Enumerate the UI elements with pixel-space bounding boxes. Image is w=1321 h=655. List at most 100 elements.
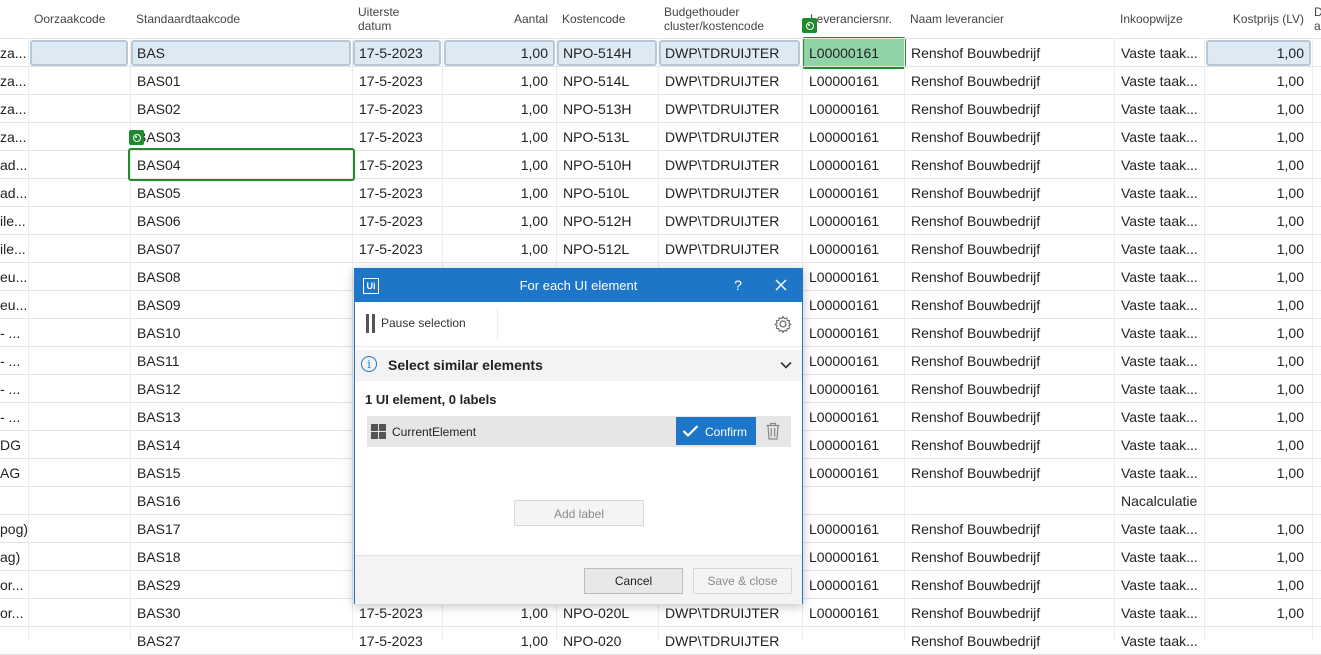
cell-truncated[interactable]: za...	[0, 95, 28, 123]
cell-leveranciersnr[interactable]: L00000161	[802, 543, 904, 571]
cell-budgethouder[interactable]	[658, 291, 802, 319]
cell-kostprijs[interactable]: 1,00	[1204, 403, 1312, 431]
cell-aantal[interactable]	[442, 403, 556, 431]
cell-kostprijs[interactable]: 1,00	[1204, 291, 1312, 319]
cell-oorzaakcode[interactable]	[28, 207, 130, 235]
cell-standaardtaakcode[interactable]: BAS02	[130, 95, 352, 123]
cell-truncated[interactable]: za...	[0, 67, 28, 95]
selected-element-cell[interactable]	[128, 148, 355, 181]
header-oorzaakcode[interactable]: Oorzaakcode	[28, 0, 130, 38]
cell-kostencode[interactable]: NPO-512H	[556, 207, 658, 235]
cell-kostprijs[interactable]	[1204, 487, 1312, 515]
cell-budgethouder[interactable]	[658, 431, 802, 459]
cell-inkoopwijze[interactable]: Vaste taak...	[1114, 599, 1204, 627]
cell-inkoopwijze[interactable]: Vaste taak...	[1114, 375, 1204, 403]
cell-naam-leverancier[interactable]: Renshof Bouwbedrijf	[904, 403, 1114, 431]
cell-datum[interactable]	[352, 515, 442, 543]
header-standaardtaakcode[interactable]: Standaardtaakcode	[130, 0, 352, 38]
header-aantal[interactable]: Aantal	[442, 0, 556, 38]
cell-kostencode[interactable]	[556, 431, 658, 459]
cell-datum[interactable]	[352, 571, 442, 599]
cell-kostprijs[interactable]: 1,00	[1204, 235, 1312, 263]
cell-oorzaakcode[interactable]	[28, 151, 130, 179]
cell-kostprijs[interactable]: 1,00	[1204, 543, 1312, 571]
header-extra[interactable]: Da	[1312, 0, 1321, 38]
cell-kostencode[interactable]: NPO-510H	[556, 151, 658, 179]
cell-oorzaakcode[interactable]	[28, 123, 130, 151]
cell-kostprijs[interactable]: 1,00	[1204, 571, 1312, 599]
cell-oorzaakcode[interactable]	[28, 375, 130, 403]
cell-oorzaakcode[interactable]	[28, 403, 130, 431]
cell-leveranciersnr[interactable]: L00000161	[802, 151, 904, 179]
cell-oorzaakcode[interactable]	[28, 543, 130, 571]
cell-truncated[interactable]: ad...	[0, 151, 28, 179]
cell-standaardtaakcode[interactable]: BAS08	[130, 263, 352, 291]
cell-inkoopwijze[interactable]: Vaste taak...	[1114, 123, 1204, 151]
cell-oorzaakcode[interactable]	[28, 627, 130, 655]
cell-datum[interactable]	[352, 347, 442, 375]
cell-leveranciersnr[interactable]: L00000161	[802, 291, 904, 319]
cell-kostencode[interactable]: NPO-514H	[556, 39, 658, 67]
cell-datum[interactable]: 17-5-2023	[352, 39, 442, 67]
cell-kostprijs[interactable]: 1,00	[1204, 515, 1312, 543]
cell-budgethouder[interactable]: DWP\TDRUIJTER	[658, 207, 802, 235]
cell-aantal[interactable]	[442, 459, 556, 487]
cell-leveranciersnr[interactable]: L00000161	[802, 459, 904, 487]
cell-naam-leverancier[interactable]: Renshof Bouwbedrijf	[904, 599, 1114, 627]
cell-inkoopwijze[interactable]: Vaste taak...	[1114, 263, 1204, 291]
cell-inkoopwijze[interactable]: Vaste taak...	[1114, 319, 1204, 347]
cell-budgethouder[interactable]	[658, 403, 802, 431]
cell-oorzaakcode[interactable]	[28, 263, 130, 291]
cell-naam-leverancier[interactable]: Renshof Bouwbedrijf	[904, 235, 1114, 263]
cell-oorzaakcode[interactable]	[28, 431, 130, 459]
cell-aantal[interactable]: 1,00	[442, 235, 556, 263]
cell-truncated[interactable]: za...	[0, 39, 28, 67]
cell-naam-leverancier[interactable]: Renshof Bouwbedrijf	[904, 347, 1114, 375]
cell-budgethouder[interactable]: DWP\TDRUIJTER	[658, 123, 802, 151]
cell-aantal[interactable]	[442, 515, 556, 543]
cell-truncated[interactable]: eu...	[0, 291, 28, 319]
header-kostencode[interactable]: Kostencode	[556, 0, 658, 38]
cell-aantal[interactable]	[442, 543, 556, 571]
cell-naam-leverancier[interactable]: Renshof Bouwbedrijf	[904, 67, 1114, 95]
cell-oorzaakcode[interactable]	[28, 515, 130, 543]
cell-inkoopwijze[interactable]: Vaste taak...	[1114, 627, 1204, 655]
cell-kostencode[interactable]: NPO-512L	[556, 235, 658, 263]
cell-kostprijs[interactable]: 1,00	[1204, 599, 1312, 627]
cell-leveranciersnr[interactable]: L00000161	[802, 403, 904, 431]
cell-kostprijs[interactable]: 1,00	[1204, 95, 1312, 123]
cell-inkoopwijze[interactable]: Nacalculatie	[1114, 487, 1204, 515]
cell-inkoopwijze[interactable]: Vaste taak...	[1114, 347, 1204, 375]
cell-budgethouder[interactable]: DWP\TDRUIJTER	[658, 179, 802, 207]
cell-budgethouder[interactable]	[658, 263, 802, 291]
cell-inkoopwijze[interactable]: Vaste taak...	[1114, 431, 1204, 459]
cell-naam-leverancier[interactable]	[904, 487, 1114, 515]
cell-kostprijs[interactable]: 1,00	[1204, 179, 1312, 207]
cell-datum[interactable]: 17-5-2023	[352, 95, 442, 123]
header-uiterste-datum[interactable]: Uiterste datum	[352, 0, 442, 38]
cell-kostencode[interactable]	[556, 487, 658, 515]
cell-standaardtaakcode[interactable]: BAS17	[130, 515, 352, 543]
cell-standaardtaakcode[interactable]: BAS	[130, 39, 352, 67]
cell-kostencode[interactable]	[556, 571, 658, 599]
cell-aantal[interactable]	[442, 487, 556, 515]
header-kostprijs[interactable]: Kostprijs (LV)	[1204, 0, 1312, 38]
cell-oorzaakcode[interactable]	[28, 459, 130, 487]
cell-inkoopwijze[interactable]: Vaste taak...	[1114, 67, 1204, 95]
cell-standaardtaakcode[interactable]: BAS07	[130, 235, 352, 263]
cell-aantal[interactable]	[442, 375, 556, 403]
cell-inkoopwijze[interactable]: Vaste taak...	[1114, 207, 1204, 235]
cell-naam-leverancier[interactable]: Renshof Bouwbedrijf	[904, 627, 1114, 655]
cell-kostencode[interactable]: NPO-513H	[556, 95, 658, 123]
cell-truncated[interactable]: ile...	[0, 207, 28, 235]
cell-oorzaakcode[interactable]	[28, 487, 130, 515]
cell-kostencode[interactable]	[556, 543, 658, 571]
cell-datum[interactable]: 17-5-2023	[352, 235, 442, 263]
cell-truncated[interactable]: - ...	[0, 347, 28, 375]
cell-truncated[interactable]: DG	[0, 431, 28, 459]
cell-kostencode[interactable]: NPO-514L	[556, 67, 658, 95]
cell-kostprijs[interactable]: 1,00	[1204, 263, 1312, 291]
cell-standaardtaakcode[interactable]: BAS15	[130, 459, 352, 487]
cell-leveranciersnr[interactable]: L00000161	[802, 179, 904, 207]
cell-leveranciersnr[interactable]: L00000161	[802, 319, 904, 347]
